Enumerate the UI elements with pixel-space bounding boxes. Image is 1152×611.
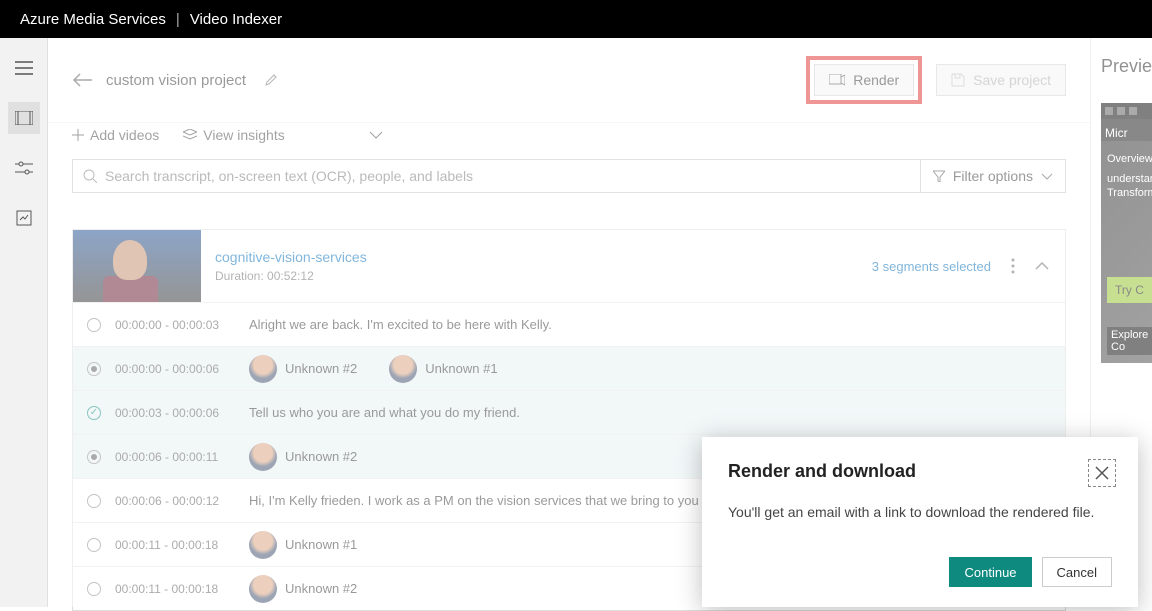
search-input[interactable] <box>105 168 910 184</box>
filter-options-button[interactable]: Filter options <box>921 159 1066 193</box>
render-highlight: Render <box>806 56 922 104</box>
close-icon[interactable] <box>1088 459 1116 487</box>
segments-selected: 3 segments selected <box>872 259 991 274</box>
row-time: 00:00:06 - 00:00:11 <box>115 450 235 464</box>
stub-footer: Explore Co <box>1107 327 1152 355</box>
save-label: Save project <box>973 72 1051 88</box>
speaker-name: Unknown #1 <box>285 537 357 552</box>
face-icon <box>249 355 277 383</box>
speaker-chip[interactable]: Unknown #1 <box>249 531 357 559</box>
settings-icon[interactable] <box>8 152 40 184</box>
segment-row[interactable]: 00:00:00 - 00:00:03 Alright we are back. … <box>73 302 1065 346</box>
row-selector[interactable] <box>87 538 101 552</box>
speaker-name: Unknown #1 <box>425 361 497 376</box>
cancel-button[interactable]: Cancel <box>1042 557 1112 587</box>
stub-line1: Overview <box>1107 153 1152 165</box>
speaker-name: Unknown #2 <box>285 361 357 376</box>
plus-icon <box>72 129 84 141</box>
product-name: Video Indexer <box>190 11 282 28</box>
row-selector[interactable] <box>87 450 101 464</box>
row-time: 00:00:00 - 00:00:06 <box>115 362 235 376</box>
stub-cta[interactable]: Try C <box>1107 277 1152 303</box>
row-selector[interactable]: ✓ <box>87 406 101 420</box>
transcript-text: Hi, I'm Kelly frieden. I work as a PM on… <box>249 493 718 508</box>
row-selector[interactable] <box>87 494 101 508</box>
menu-icon[interactable] <box>8 52 40 84</box>
render-button[interactable]: Render <box>814 64 914 96</box>
back-arrow-icon[interactable] <box>72 73 92 87</box>
video-name[interactable]: cognitive-vision-services <box>215 249 832 265</box>
row-time: 00:00:06 - 00:00:12 <box>115 494 235 508</box>
video-header: cognitive-vision-services Duration: 00:5… <box>73 230 1065 302</box>
save-icon <box>951 73 965 87</box>
add-videos-button[interactable]: Add videos <box>72 127 159 143</box>
row-time: 00:00:03 - 00:00:06 <box>115 406 235 420</box>
header-row: custom vision project Render Save projec… <box>48 38 1090 122</box>
speaker-chip[interactable]: Unknown #2 <box>249 443 357 471</box>
search-icon <box>83 169 97 183</box>
render-icon <box>829 74 845 86</box>
preview-embed[interactable]: Micr Overview understan Transform Try C … <box>1101 103 1152 363</box>
face-icon <box>389 355 417 383</box>
add-videos-label: Add videos <box>90 127 159 143</box>
chevron-down-icon[interactable] <box>369 131 383 139</box>
video-editor-icon[interactable] <box>8 102 40 134</box>
segment-row[interactable]: 00:00:00 - 00:00:06 Unknown #2 Unknown #1 <box>73 346 1065 390</box>
left-nav <box>0 38 48 607</box>
separator: | <box>176 11 180 28</box>
speaker-chip[interactable]: Unknown #1 <box>389 355 497 383</box>
row-selector[interactable] <box>87 362 101 376</box>
service-name: Azure Media Services <box>20 11 166 28</box>
chevron-up-icon[interactable] <box>1035 262 1049 270</box>
segment-row[interactable]: ✓ 00:00:03 - 00:00:06 Tell us who you are … <box>73 390 1065 434</box>
row-time: 00:00:11 - 00:00:18 <box>115 582 235 596</box>
speaker-name: Unknown #2 <box>285 581 357 596</box>
transcript-text: Tell us who you are and what you do my f… <box>249 405 520 420</box>
top-bar: Azure Media Services | Video Indexer <box>0 0 1152 38</box>
chevron-down-icon <box>1041 173 1053 180</box>
preview-title: Preview <box>1101 56 1152 77</box>
filter-label: Filter options <box>953 168 1033 184</box>
face-icon <box>249 531 277 559</box>
render-dialog: Render and download You'll get an email … <box>702 437 1138 607</box>
row-time: 00:00:11 - 00:00:18 <box>115 538 235 552</box>
speaker-chip[interactable]: Unknown #2 <box>249 355 357 383</box>
dialog-title: Render and download <box>728 461 1112 482</box>
view-insights-button[interactable]: View insights <box>183 127 284 143</box>
transcript-text: Alright we are back. I'm excited to be h… <box>249 317 552 332</box>
continue-button[interactable]: Continue <box>949 557 1031 587</box>
stub-line2: understan <box>1107 173 1152 185</box>
search-row: Filter options <box>48 155 1090 205</box>
face-icon <box>249 443 277 471</box>
video-thumbnail[interactable] <box>73 230 201 302</box>
project-title: custom vision project <box>106 72 246 89</box>
video-duration: Duration: 00:52:12 <box>215 269 832 283</box>
render-label: Render <box>853 72 899 88</box>
row-selector[interactable] <box>87 318 101 332</box>
stub-line3: Transform <box>1107 187 1152 199</box>
face-icon <box>249 575 277 603</box>
view-insights-label: View insights <box>203 127 284 143</box>
more-icon[interactable] <box>1011 258 1015 274</box>
stub-brand: Micr <box>1105 126 1128 134</box>
toolbar: Add videos View insights <box>48 122 1090 155</box>
row-selector[interactable] <box>87 582 101 596</box>
row-time: 00:00:00 - 00:00:03 <box>115 318 235 332</box>
speaker-chip[interactable]: Unknown #2 <box>249 575 357 603</box>
filter-icon <box>933 170 945 182</box>
search-box[interactable] <box>72 159 921 193</box>
layers-icon <box>183 129 197 141</box>
dialog-message: You'll get an email with a link to downl… <box>728 504 1112 520</box>
save-project-button[interactable]: Save project <box>936 64 1066 96</box>
speaker-name: Unknown #2 <box>285 449 357 464</box>
insights-icon[interactable] <box>8 202 40 234</box>
pencil-icon[interactable] <box>264 73 278 87</box>
